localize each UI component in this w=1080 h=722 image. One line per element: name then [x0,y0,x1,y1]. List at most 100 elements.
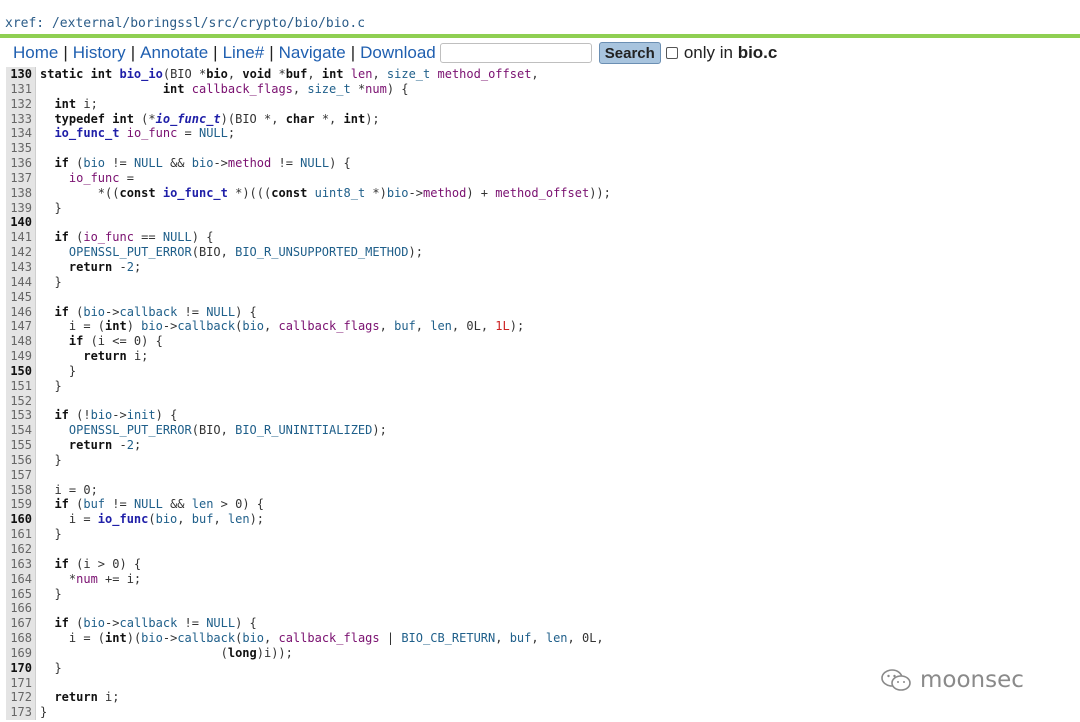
code-token[interactable]: len [351,67,373,81]
code-token[interactable]: io_func_t [156,112,221,126]
code-text: i = 0; [40,483,1080,498]
code-token: , [372,67,387,81]
line-number-link[interactable]: 150 [6,363,36,379]
code-line: 149 return i; [6,349,1080,364]
code-token: len [430,319,452,334]
code-token: ); [249,512,265,527]
code-token: int [105,319,127,334]
code-token: , [379,319,395,334]
line-number-link[interactable]: 169 [6,645,36,661]
code-token: | [379,631,402,646]
line-number-link[interactable]: 155 [6,438,36,453]
line-number-link[interactable]: 153 [6,408,36,424]
line-number-link[interactable]: 139 [6,200,36,216]
line-number-link[interactable]: 171 [6,675,36,691]
code-token: i; [97,690,120,705]
code-token[interactable]: io_func [127,126,178,140]
code-token: i; [126,349,149,364]
line-number-link[interactable]: 164 [6,571,36,587]
code-token: (i > 0) { [68,556,142,571]
nav-home-link[interactable]: Home [13,43,58,63]
only-in-file-checkbox[interactable] [665,47,678,59]
nav-separator: | [350,43,356,62]
code-token[interactable]: bio_io [119,67,162,81]
code-token: buf [285,67,308,81]
code-token[interactable]: num [76,572,98,586]
line-number-link[interactable]: 144 [6,274,36,290]
code-token: callback [119,616,178,631]
line-number-link[interactable]: 166 [6,601,36,617]
code-text: typedef int (*io_func_t)(BIO *, char *, … [40,112,1080,127]
line-number-link[interactable]: 152 [6,393,36,409]
line-number-link[interactable]: 130 [6,67,36,82]
line-number-link[interactable]: 142 [6,245,36,260]
search-input[interactable] [439,43,592,63]
nav-annotate-link[interactable]: Annotate [140,43,208,63]
code-token[interactable]: io_func [69,171,120,185]
line-number-link[interactable]: 146 [6,304,36,320]
line-number-link[interactable]: 170 [6,660,36,676]
line-number-link[interactable]: 159 [6,497,36,513]
line-number-link[interactable]: 151 [6,378,36,394]
nav-history-link[interactable]: History [73,43,126,63]
line-number-link[interactable]: 163 [6,556,36,572]
code-token[interactable]: callback_flags [192,82,293,96]
code-token[interactable]: io_func_t [54,126,119,140]
code-token: -> [112,408,127,423]
line-number-link[interactable]: 167 [6,616,36,632]
line-number-link[interactable]: 168 [6,631,36,646]
code-token: , [213,512,228,527]
line-number-link[interactable]: 154 [6,423,36,439]
line-number-link[interactable]: 173 [6,705,36,721]
line-number-link[interactable]: 165 [6,586,36,602]
line-number-link[interactable]: 160 [6,512,36,528]
code-token[interactable]: method_offset [495,186,589,200]
line-number-link[interactable]: 157 [6,467,36,483]
line-number-link[interactable]: 140 [6,215,36,231]
line-number-link[interactable]: 148 [6,334,36,350]
line-number-link[interactable]: 138 [6,185,36,201]
line-number-link[interactable]: 137 [6,170,36,186]
line-number-link[interactable]: 143 [6,259,36,275]
code-text: } [40,527,1080,542]
code-line: 153 if (!bio->init) { [6,408,1080,424]
line-number-link[interactable]: 133 [6,111,36,127]
line-number-link[interactable]: 135 [6,141,36,157]
code-token[interactable]: method [228,156,271,170]
line-number-link[interactable]: 149 [6,349,36,364]
code-text: i = io_func(bio, buf, len); [40,512,1080,527]
line-number-link[interactable]: 161 [6,527,36,542]
line-number-link[interactable]: 131 [6,81,36,97]
line-number-link[interactable]: 145 [6,289,36,305]
line-number-link[interactable]: 134 [6,126,36,142]
code-line: 136 if (bio != NULL && bio->method != NU… [6,156,1080,171]
nav-navigate-link[interactable]: Navigate [279,43,346,63]
line-number-link[interactable]: 156 [6,452,36,468]
code-token[interactable]: method_offset [438,67,532,81]
nav-line-numbers-link[interactable]: Line# [223,43,265,63]
code-token[interactable]: num [365,82,387,96]
code-token[interactable]: io_func [98,512,149,526]
line-number-link[interactable]: 132 [6,96,36,112]
line-number-link[interactable]: 136 [6,156,36,171]
line-number-link[interactable]: 172 [6,690,36,706]
code-token[interactable]: io_func [83,230,134,244]
code-token[interactable]: callback_flags [278,631,379,645]
code-token: bio [141,319,163,334]
code-token: - [112,438,127,453]
line-number-link[interactable]: 147 [6,319,36,335]
code-token[interactable]: callback_flags [278,319,379,333]
code-token: buf [509,631,532,646]
line-number-link[interactable]: 158 [6,482,36,498]
code-token[interactable]: method [423,186,466,200]
search-button[interactable]: Search [598,42,661,64]
code-token[interactable]: io_func_t [163,186,228,200]
xref-path[interactable]: xref: /external/boringssl/src/crypto/bio… [5,16,365,32]
line-number-link[interactable]: 141 [6,230,36,246]
nav-download-link[interactable]: Download [360,43,436,63]
line-number-link[interactable]: 162 [6,542,36,557]
